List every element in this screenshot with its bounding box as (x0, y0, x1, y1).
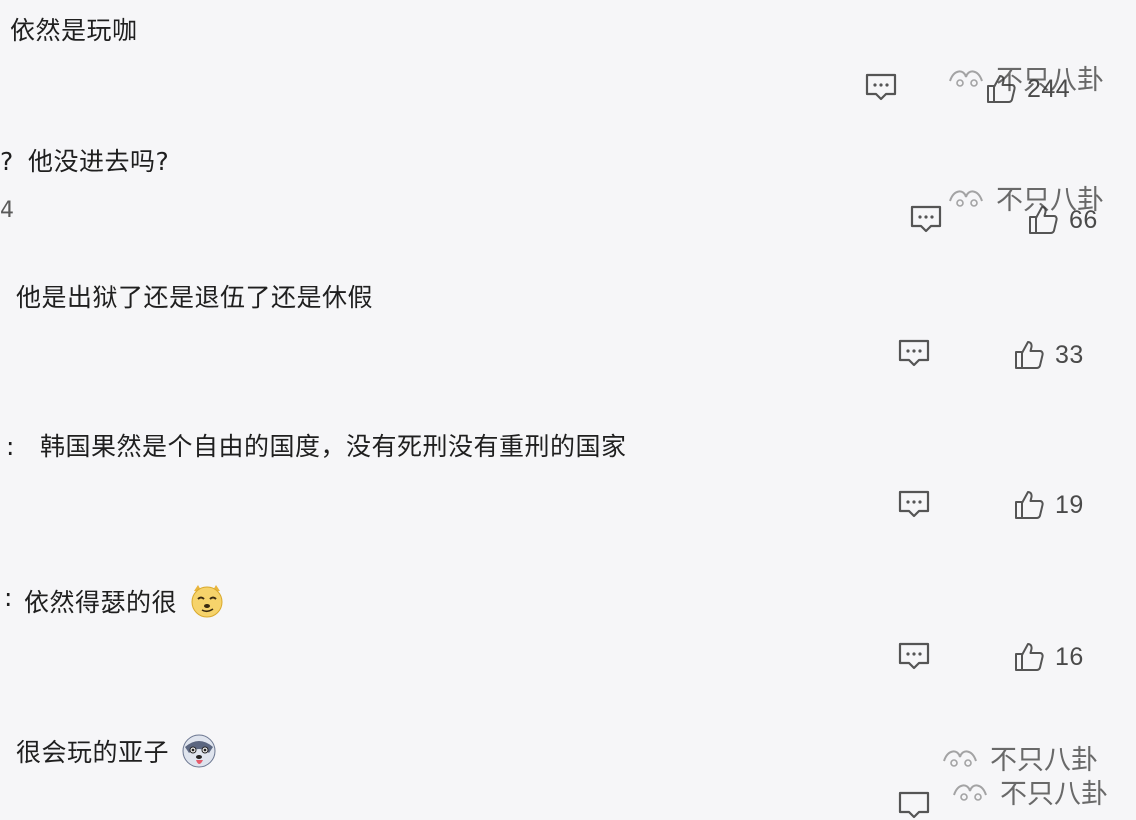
comment-prefix: ? (0, 147, 14, 176)
thumbs-up-icon (1015, 341, 1044, 369)
watermark: 不只八卦 (946, 58, 1104, 97)
reply-icon[interactable] (897, 641, 931, 671)
like-count: 33 (1055, 340, 1084, 369)
reply-icon[interactable] (864, 72, 898, 102)
comment-text: 很会玩的亚子 (16, 733, 217, 769)
comment-prefix: : (4, 583, 13, 612)
comment-text: 韩国果然是个自由的国度，没有死刑没有重刑的国家 (40, 432, 627, 461)
reply-icon[interactable] (897, 790, 931, 820)
watermark-logo-icon (953, 784, 987, 801)
smug-dog-emoji-icon (191, 585, 223, 618)
watermark-text: 不只八卦 (996, 185, 1104, 216)
like-count: 19 (1055, 490, 1084, 519)
comment-text: 他没进去吗? (28, 147, 170, 176)
watermark: 不只八卦 (950, 772, 1108, 811)
reply-icon[interactable] (897, 489, 931, 519)
side-mark: 4 (0, 198, 14, 223)
thumbs-up-icon (1015, 643, 1044, 671)
like-button[interactable]: 19 (1013, 488, 1084, 522)
reply-icon[interactable] (909, 204, 943, 234)
comment-body: 很会玩的亚子 (16, 738, 170, 767)
tongue-out-husky-emoji-icon (182, 734, 216, 768)
watermark-logo-icon (949, 190, 983, 207)
reply-icon[interactable] (897, 338, 931, 368)
watermark-logo-icon (943, 750, 977, 767)
comment-prefix: : (6, 432, 15, 461)
comment-text: 依然是玩咖 (10, 16, 138, 45)
comment-text: 依然得瑟的很 (24, 583, 225, 619)
comment-body: 依然得瑟的很 (24, 588, 178, 617)
watermark-text: 不只八卦 (1000, 779, 1108, 810)
like-count: 16 (1055, 642, 1084, 671)
comment-text: 他是出狱了还是退伍了还是休假 (16, 283, 374, 312)
watermark: 不只八卦 (946, 178, 1104, 217)
like-button[interactable]: 33 (1013, 338, 1084, 372)
comment-list: 依然是玩咖 244 不只八卦 ? 他没进去吗? 4 66 不只八卦 他是出狱了还… (0, 0, 1136, 819)
watermark-text: 不只八卦 (996, 65, 1104, 96)
watermark-logo-icon (949, 70, 983, 87)
thumbs-up-icon (1015, 491, 1044, 519)
like-button[interactable]: 16 (1013, 640, 1084, 674)
